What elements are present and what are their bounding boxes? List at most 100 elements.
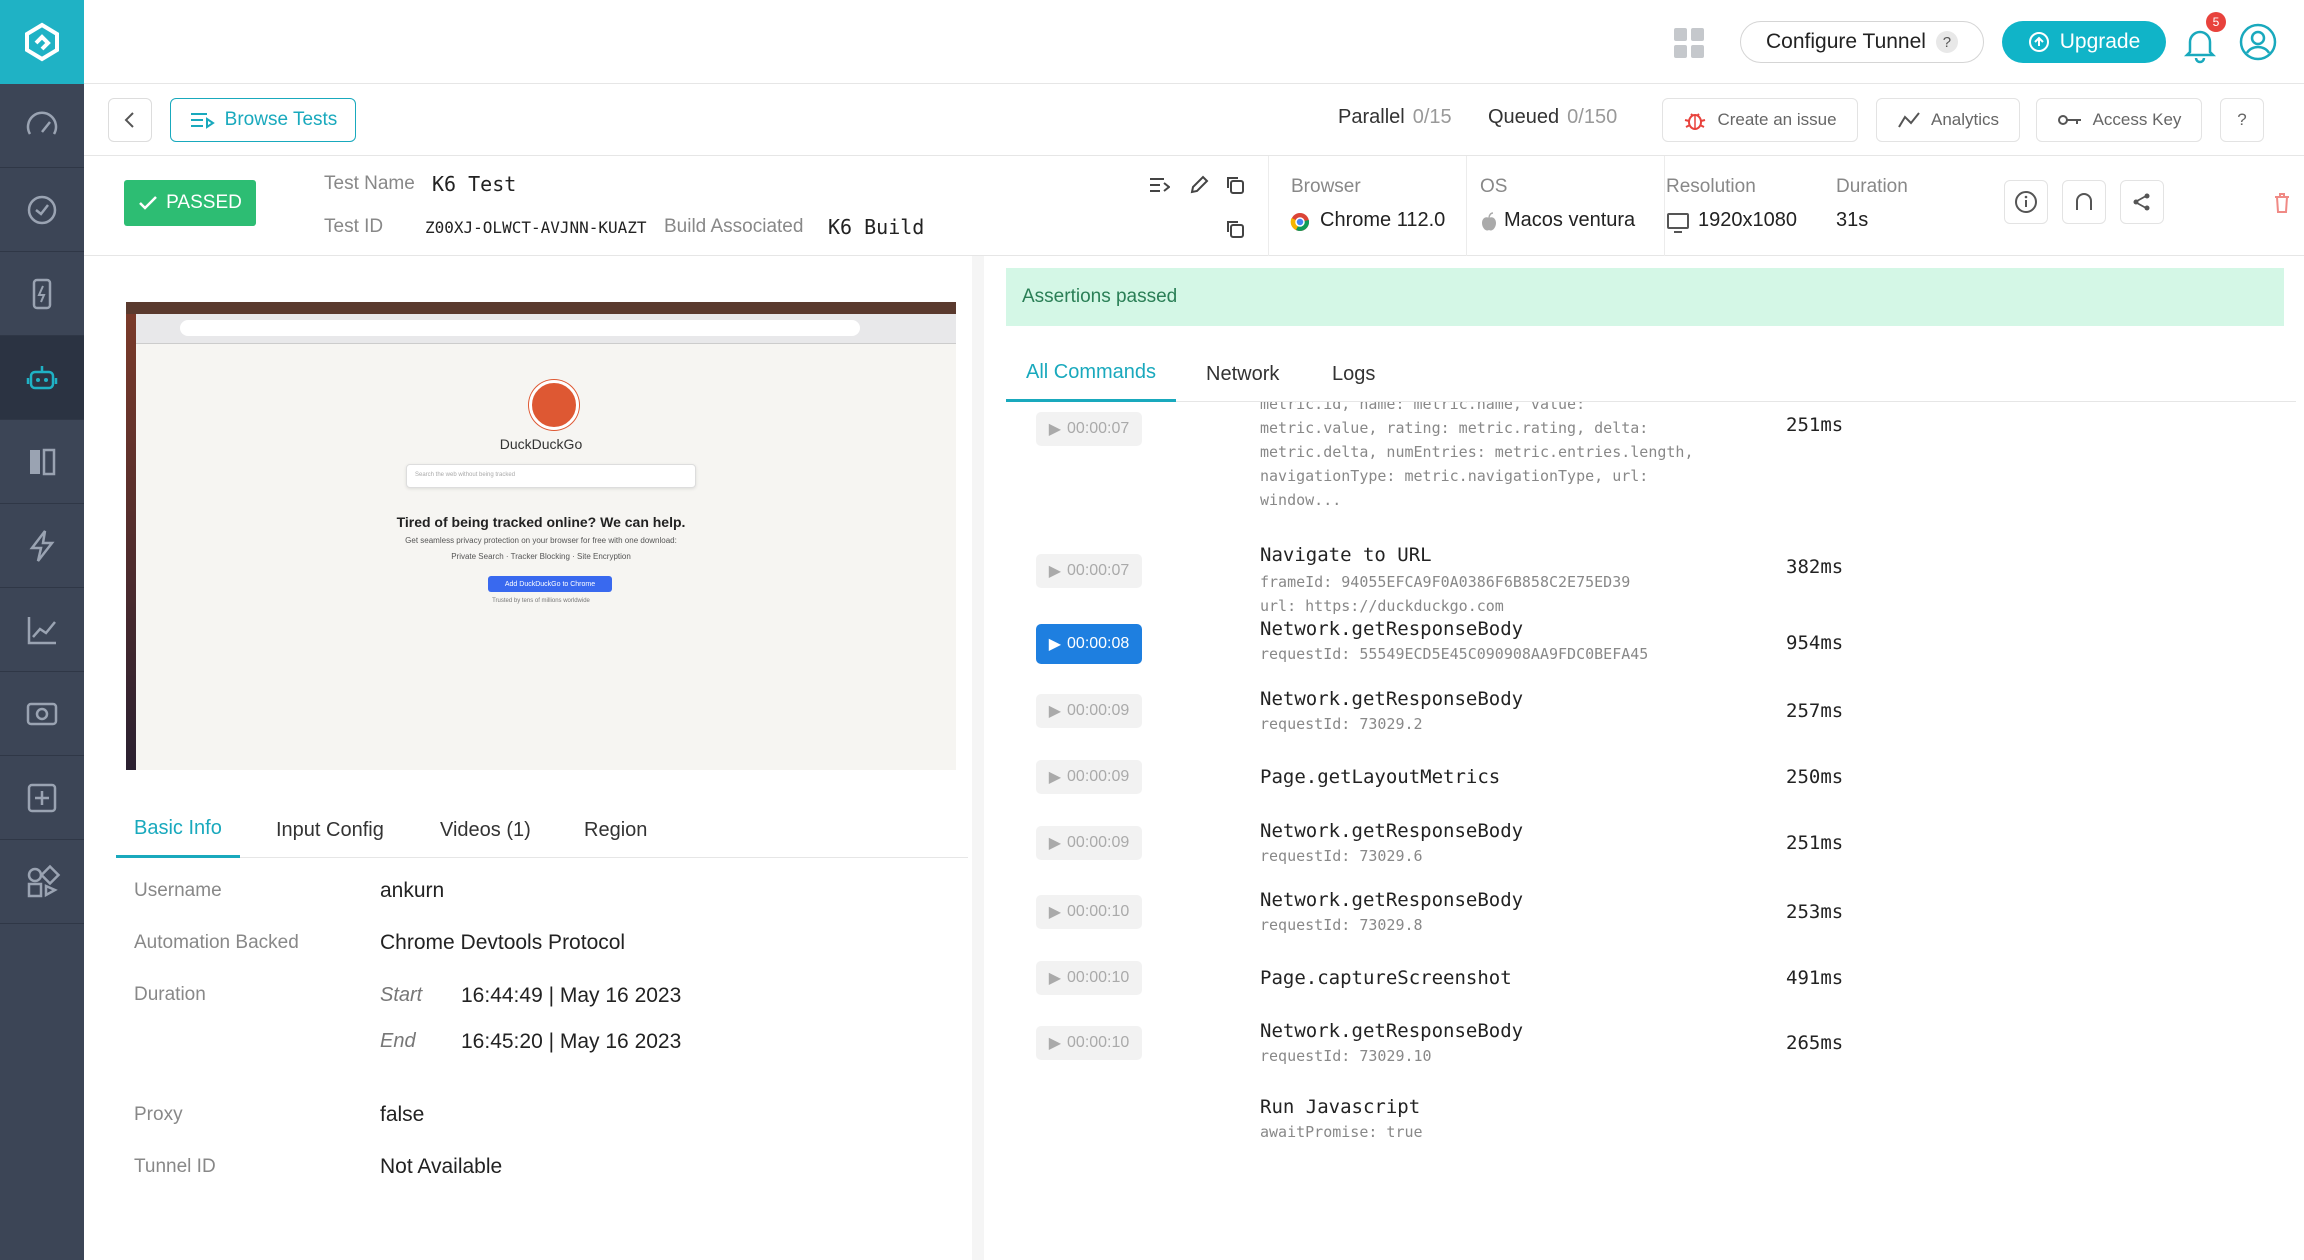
browser-label: Browser bbox=[1291, 176, 1361, 197]
command-detail: awaitPromise: true bbox=[1260, 1123, 1423, 1141]
share-button[interactable] bbox=[2120, 180, 2164, 224]
automation-value: Chrome Devtools Protocol bbox=[380, 931, 626, 954]
ticket-icon bbox=[26, 702, 58, 725]
command-name: Network.getResponseBody bbox=[1260, 820, 1524, 842]
test-id: Z00XJ-OLWCT-AVJNN-KUAZT bbox=[425, 218, 647, 237]
timestamp-button[interactable]: ▶ 00:00:10 bbox=[1036, 895, 1142, 929]
browse-tests-label: Browse Tests bbox=[224, 109, 338, 130]
tab-region[interactable]: Region bbox=[584, 802, 647, 858]
sidebar-item-integrations[interactable] bbox=[0, 840, 84, 924]
end-value: 16:45:20 | May 16 2023 bbox=[461, 1030, 682, 1053]
copy-id-icon[interactable] bbox=[1224, 218, 1246, 240]
timestamp-button-active[interactable]: ▶ 00:00:08 bbox=[1036, 624, 1142, 664]
info-icon bbox=[2015, 191, 2037, 213]
browse-tests-button[interactable]: Browse Tests bbox=[170, 98, 356, 142]
tab-all-commands[interactable]: All Commands bbox=[1006, 346, 1177, 402]
tab-logs[interactable]: Logs bbox=[1332, 346, 1375, 402]
configure-tunnel-label: Configure Tunnel bbox=[1766, 30, 1926, 53]
configure-tunnel-button[interactable]: Configure Tunnel ? bbox=[1740, 21, 1984, 63]
sidebar-item-testmanager[interactable] bbox=[0, 672, 84, 756]
command-duration: 257ms bbox=[1786, 700, 1844, 722]
play-icon: ▶ bbox=[1048, 563, 1062, 580]
chart-line-icon bbox=[27, 616, 56, 644]
sidebar-item-dashboard[interactable] bbox=[0, 84, 84, 168]
create-issue-button[interactable]: Create an issue bbox=[1662, 98, 1858, 142]
access-key-label: Access Key bbox=[2092, 110, 2182, 129]
username-value: ankurn bbox=[380, 879, 445, 902]
proxy-value: false bbox=[380, 1103, 425, 1126]
tab-input-config[interactable]: Input Config bbox=[276, 802, 384, 858]
list-edit-icon[interactable] bbox=[1148, 174, 1170, 196]
tab-basic-info[interactable]: Basic Info bbox=[116, 802, 240, 858]
parallel-stat: Parallel 0/15 bbox=[1338, 106, 1452, 129]
timestamp-button[interactable]: ▶ 00:00:07 bbox=[1036, 412, 1142, 446]
panel-divider bbox=[972, 256, 984, 1260]
access-key-button[interactable]: Access Key bbox=[2036, 98, 2202, 142]
play-icon: ▶ bbox=[1048, 970, 1062, 987]
duration-label: Duration bbox=[1836, 176, 1908, 197]
automation-label: Automation Backed bbox=[134, 932, 299, 953]
upgrade-button[interactable]: Upgrade bbox=[2002, 21, 2166, 63]
preview-url-bar bbox=[180, 320, 860, 336]
copy-icon[interactable] bbox=[1224, 174, 1246, 196]
command-name: Network.getResponseBody bbox=[1260, 618, 1524, 640]
browser-value: Chrome 112.0 bbox=[1320, 209, 1446, 231]
create-issue-label: Create an issue bbox=[1717, 110, 1837, 129]
mobile-bolt-icon bbox=[32, 278, 52, 309]
tab-network[interactable]: Network bbox=[1206, 346, 1279, 402]
build-name: K6 Build bbox=[828, 215, 925, 239]
back-button[interactable] bbox=[108, 98, 152, 142]
sidebar-item-add[interactable] bbox=[0, 756, 84, 840]
chrome-icon bbox=[1290, 213, 1310, 231]
app-logo[interactable] bbox=[0, 0, 84, 84]
trash-icon[interactable] bbox=[2272, 192, 2292, 214]
os-label: OS bbox=[1480, 176, 1508, 197]
preview-menubar bbox=[126, 302, 956, 314]
sidebar-item-analytics[interactable] bbox=[0, 588, 84, 672]
help-button[interactable]: ? bbox=[2220, 98, 2264, 142]
bolt-icon bbox=[29, 529, 55, 562]
sidebar-item-realtime[interactable] bbox=[0, 168, 84, 252]
left-panel: DuckDuckGo Search the web without being … bbox=[84, 256, 984, 1260]
timestamp-button[interactable]: ▶ 00:00:09 bbox=[1036, 694, 1142, 728]
play-icon: ▶ bbox=[1048, 769, 1062, 786]
test-toolbar: Browse Tests Parallel 0/15 Queued 0/150 Cr… bbox=[84, 84, 2304, 156]
command-detail: requestId: 73029.2 bbox=[1260, 715, 1423, 733]
duration-value: 31s bbox=[1836, 209, 1869, 231]
timestamp-button[interactable]: ▶ 00:00:09 bbox=[1036, 760, 1142, 794]
preview-features: Private Search · Tracker Blocking · Site… bbox=[451, 552, 631, 561]
timestamp-button[interactable]: ▶ 00:00:10 bbox=[1036, 961, 1142, 995]
resolution-label: Resolution bbox=[1666, 176, 1756, 197]
analytics-button[interactable]: Analytics bbox=[1876, 98, 2020, 142]
test-name: K6 Test bbox=[432, 172, 517, 196]
username-label: Username bbox=[134, 880, 222, 901]
command-name: Navigate to URL bbox=[1260, 544, 1432, 566]
timestamp-button[interactable]: ▶ 00:00:07 bbox=[1036, 554, 1142, 588]
sidebar-item-automation[interactable] bbox=[0, 336, 84, 420]
queued-stat: Queued 0/150 bbox=[1488, 106, 1617, 129]
commands-list[interactable]: ▶ 00:00:07 metric.id, name: metric.name, … bbox=[1006, 402, 2296, 1158]
play-icon: ▶ bbox=[1048, 636, 1062, 653]
sidebar-item-realdevice[interactable] bbox=[0, 252, 84, 336]
sidebar bbox=[0, 0, 84, 1260]
pencil-icon[interactable] bbox=[1188, 174, 1210, 196]
start-label: Start bbox=[380, 984, 423, 1006]
sidebar-item-hyperexecute[interactable] bbox=[0, 504, 84, 588]
command-duration: 251ms bbox=[1786, 414, 1844, 436]
info-button[interactable] bbox=[2004, 180, 2048, 224]
divider bbox=[1268, 156, 1269, 256]
timestamp-button[interactable]: ▶ 00:00:10 bbox=[1036, 1026, 1142, 1060]
tunnel-button[interactable] bbox=[2062, 180, 2106, 224]
trend-icon bbox=[1898, 112, 1920, 128]
apps-grid-icon[interactable] bbox=[1674, 28, 1704, 58]
user-avatar-icon[interactable] bbox=[2238, 22, 2278, 62]
shapes-icon bbox=[27, 864, 61, 897]
duckduckgo-logo-icon bbox=[529, 380, 579, 430]
divider bbox=[1664, 156, 1665, 256]
timestamp-button[interactable]: ▶ 00:00:09 bbox=[1036, 826, 1142, 860]
tab-videos[interactable]: Videos (1) bbox=[440, 802, 531, 858]
preview-headline: Tired of being tracked online? We can he… bbox=[396, 514, 686, 530]
sidebar-item-visual[interactable] bbox=[0, 420, 84, 504]
compare-icon bbox=[30, 448, 56, 475]
test-screenshot-preview[interactable]: DuckDuckGo Search the web without being … bbox=[126, 302, 956, 770]
